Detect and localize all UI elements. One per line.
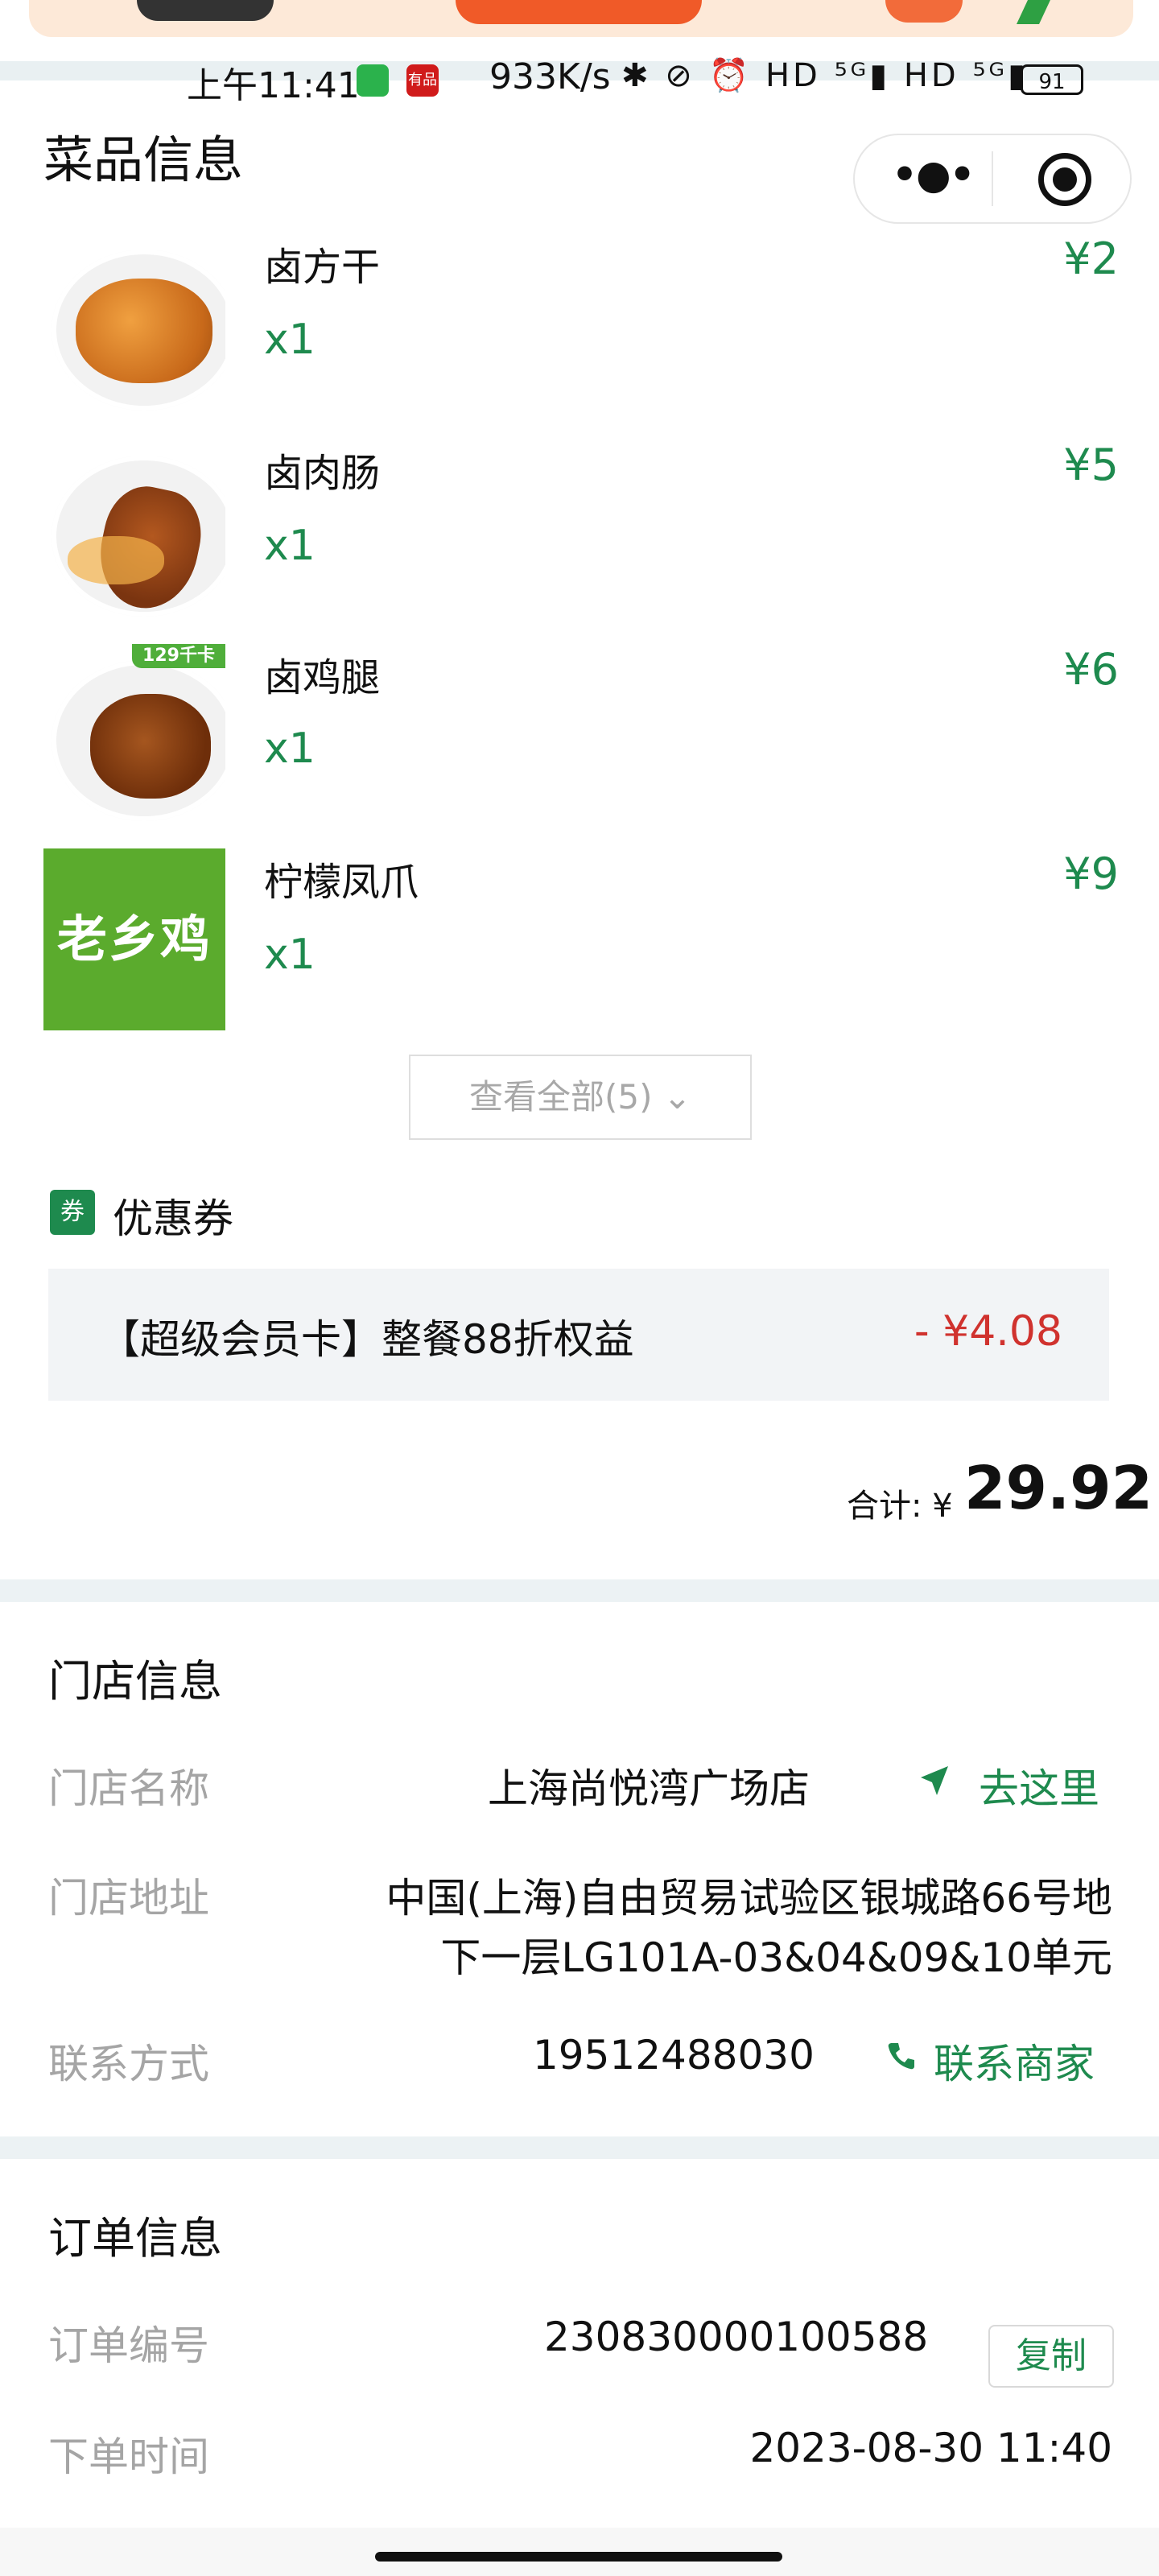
view-all-button[interactable]: 查看全部(5) ⌄ <box>409 1055 752 1140</box>
dish-price: ¥9 <box>1063 848 1119 899</box>
dish-image <box>43 440 225 621</box>
banner-button[interactable] <box>456 0 702 24</box>
store-address-line: 下一层LG101A-03&04&09&10单元 <box>440 1934 1112 1981</box>
store-address-line: 中国(上海)自由贸易试验区银城路66号地 <box>386 1875 1112 1922</box>
order-time-label: 下单时间 <box>48 2434 209 2480</box>
coupon-section-title: 优惠券 <box>113 1195 233 1242</box>
status-time: 上午11:41 <box>187 65 360 106</box>
phone-icon[interactable] <box>885 2040 918 2072</box>
more-menu-icon[interactable]: •●• <box>892 155 975 203</box>
navigation-arrow-icon[interactable] <box>916 1763 951 1798</box>
order-number-value: 230830000100588 <box>544 2314 929 2360</box>
section-divider <box>0 1579 1159 1602</box>
store-name-label: 门店名称 <box>48 1765 209 1812</box>
order-section-title: 订单信息 <box>48 2213 222 2264</box>
network-speed: 933K/s <box>489 56 611 97</box>
dish-image <box>43 233 225 415</box>
coupon-item-text: 【超级会员卡】整餐88折权益 <box>100 1316 634 1363</box>
banner-decoration <box>885 0 963 23</box>
dish-price: ¥2 <box>1063 233 1119 284</box>
dish-quantity: x1 <box>264 522 316 570</box>
home-indicator[interactable] <box>375 2552 782 2562</box>
dish-price: ¥5 <box>1063 440 1119 490</box>
calorie-tag: 129千卡 <box>132 644 225 668</box>
store-name-value: 上海尚悦湾广场店 <box>488 1765 810 1812</box>
navigate-link[interactable]: 去这里 <box>979 1757 1099 1814</box>
store-section-title: 门店信息 <box>48 1656 222 1707</box>
banner-decoration <box>137 0 274 21</box>
copy-button[interactable]: 复制 <box>988 2325 1114 2388</box>
dish-quantity: x1 <box>264 931 316 979</box>
coupon-discount-amount: - ¥4.08 <box>914 1307 1062 1356</box>
dish-name: 卤肉肠 <box>264 451 381 496</box>
battery-icon: 91 <box>1021 64 1083 95</box>
dish-quantity: x1 <box>264 724 316 773</box>
order-number-label: 订单编号 <box>48 2322 209 2369</box>
app-notification-icon: 有品 <box>406 64 439 97</box>
dish-name: 柠檬凤爪 <box>264 860 419 905</box>
order-time-value: 2023-08-30 11:40 <box>749 2425 1112 2471</box>
contact-phone-value: 19512488030 <box>533 2032 815 2079</box>
signal-icons: ✱ ⊘ ⏰ HD ⁵ᴳ▮ HD ⁵ᴳ▮ <box>621 57 1029 94</box>
contact-merchant-link[interactable]: 联系商家 <box>934 2032 1095 2090</box>
section-divider <box>0 2136 1159 2159</box>
dish-quantity: x1 <box>264 316 316 364</box>
coupon-icon: 券 <box>50 1190 95 1235</box>
capsule-divider <box>992 151 993 206</box>
dish-name: 卤鸡腿 <box>264 655 381 700</box>
wechat-icon <box>357 64 389 97</box>
total-label: 合计: ¥ <box>847 1488 953 1525</box>
contact-label: 联系方式 <box>48 2041 209 2087</box>
dish-image: 129千卡 <box>43 644 225 826</box>
dish-price: ¥6 <box>1063 644 1119 695</box>
total-value: 29.92 <box>964 1454 1153 1523</box>
store-address-label: 门店地址 <box>48 1875 209 1922</box>
page-title: 菜品信息 <box>43 130 244 189</box>
dish-name: 卤方干 <box>264 245 381 290</box>
brand-logo-image: 老乡鸡 <box>43 848 225 1030</box>
close-mini-program-icon-dot <box>1053 167 1077 192</box>
